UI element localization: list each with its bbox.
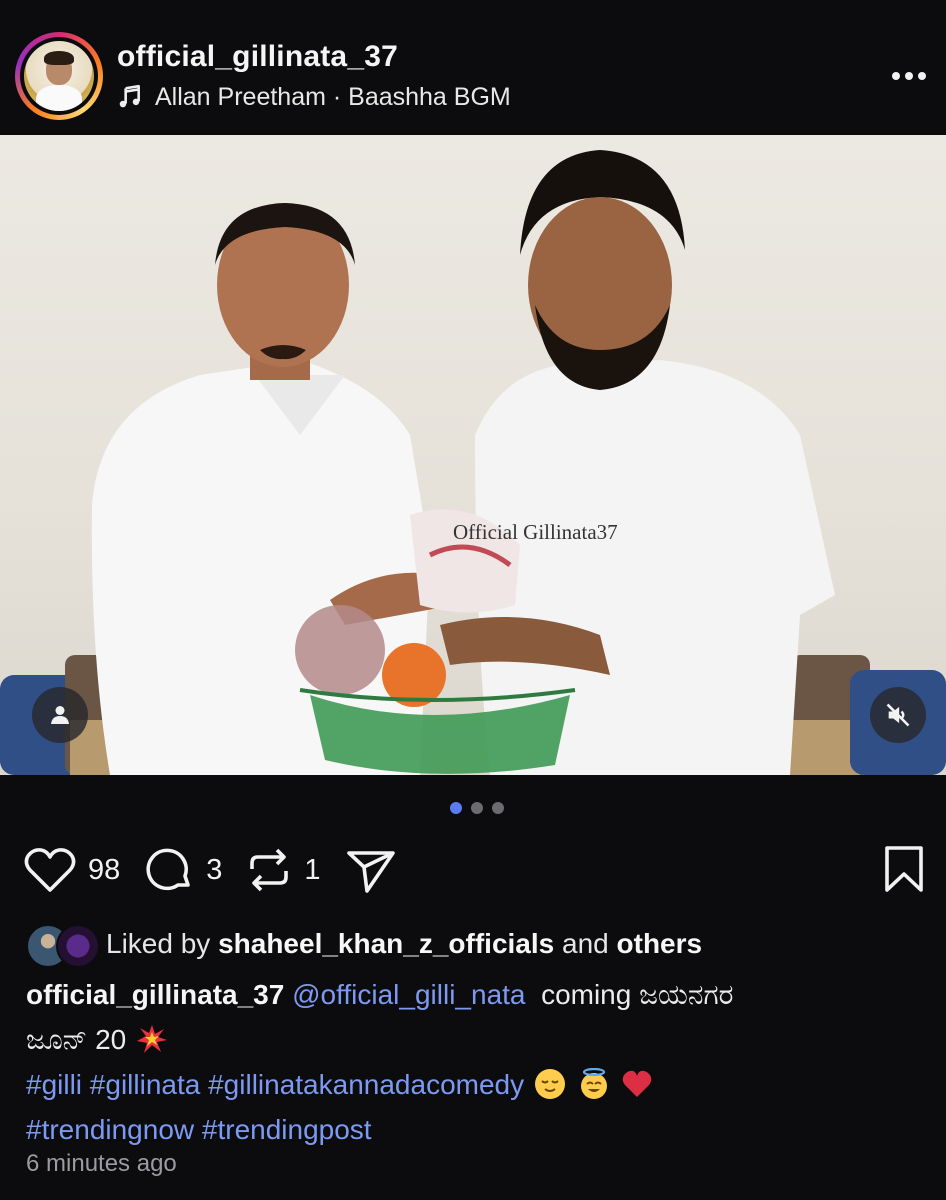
liked-by-others[interactable]: others — [617, 928, 703, 959]
comment-button[interactable]: 3 — [144, 845, 222, 895]
bookmark-icon[interactable] — [882, 844, 926, 894]
profile-avatar[interactable] — [15, 32, 103, 120]
tagged-people-button[interactable] — [32, 687, 88, 743]
photo-scene — [0, 150, 946, 775]
photo-watermark: Official Gillinata37 — [453, 520, 618, 544]
collision-emoji-icon — [137, 1025, 168, 1053]
post-timestamp: 6 minutes ago — [26, 1150, 177, 1177]
carousel-dot — [492, 802, 504, 814]
music-note-icon — [119, 84, 140, 108]
carousel-indicator — [450, 802, 504, 814]
post-header: official_gillinata_37 Allan Preetham · B… — [0, 0, 946, 135]
avatar — [56, 924, 100, 968]
mute-button[interactable] — [870, 687, 926, 743]
like-button[interactable]: 98 — [24, 846, 120, 894]
share-button[interactable] — [345, 845, 397, 895]
liked-by-avatars — [26, 922, 100, 968]
caption-text: ಜೂನ್ 20 — [26, 1024, 127, 1055]
more-options-icon[interactable] — [888, 58, 930, 94]
liked-by-row[interactable]: Liked by shaheel_khan_z_officials and ot… — [26, 920, 702, 968]
repost-count[interactable]: 1 — [304, 854, 320, 887]
carousel-dot — [471, 802, 483, 814]
comment-icon — [146, 848, 191, 891]
repost-button[interactable]: 1 — [246, 845, 321, 895]
carousel-dot-active — [450, 802, 462, 814]
avatar-image — [24, 41, 94, 111]
audio-label: Allan Preetham · Baashha BGM — [155, 82, 511, 111]
post-photo[interactable]: Official Gillinata37 — [0, 135, 946, 775]
post-caption: official_gillinata_37 @official_gilli_na… — [26, 972, 916, 1152]
like-count[interactable]: 98 — [88, 854, 120, 887]
post-username[interactable]: official_gillinata_37 — [117, 40, 398, 74]
caption-text: coming ಜಯನಗರ — [541, 979, 734, 1010]
audio-track[interactable]: Allan Preetham · Baashha BGM — [117, 82, 511, 112]
caption-author[interactable]: official_gillinata_37 — [26, 979, 284, 1010]
liked-by-text: Liked by shaheel_khan_z_officials and ot… — [106, 928, 703, 959]
comment-count[interactable]: 3 — [206, 854, 222, 887]
action-bar: 98 3 1 — [24, 842, 421, 898]
relieved-face-emoji-icon — [534, 1069, 565, 1099]
muted-speaker-icon — [886, 703, 910, 727]
repost-icon — [250, 848, 289, 892]
halo-face-emoji-icon — [580, 1068, 607, 1099]
red-heart-emoji-icon — [623, 1070, 652, 1097]
liked-by-user[interactable]: shaheel_khan_z_officials — [218, 928, 554, 959]
caption-hashtags[interactable]: #trendingnow #trendingpost — [26, 1114, 372, 1145]
heart-icon — [24, 848, 76, 892]
caption-hashtags[interactable]: #gilli #gillinata #gillinatakannadacomed… — [26, 1069, 524, 1100]
tagged-people-icon — [51, 706, 69, 724]
send-icon — [346, 851, 395, 893]
caption-mention[interactable]: @official_gilli_nata — [292, 979, 525, 1010]
